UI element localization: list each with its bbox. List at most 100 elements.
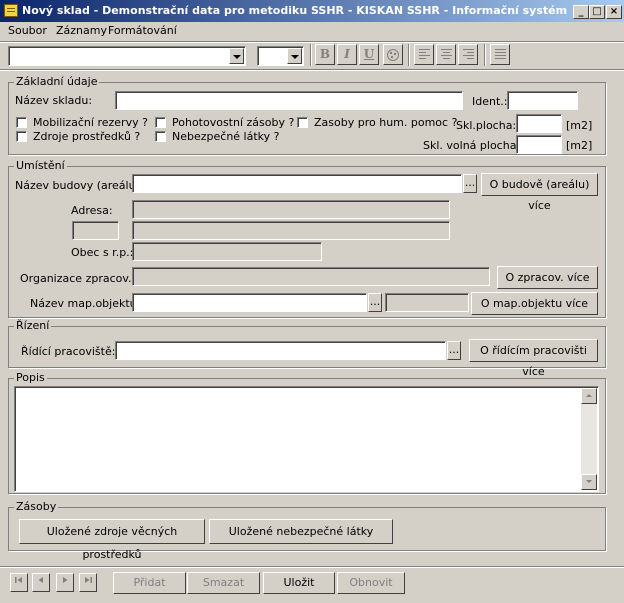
menu-file[interactable]: Soubor	[8, 24, 47, 37]
city-field	[132, 242, 322, 261]
footer-divider	[0, 566, 624, 568]
humanitarian-checkbox[interactable]	[297, 117, 308, 128]
location-legend: Umístění	[14, 159, 67, 172]
workplace-browse-button[interactable]: ...	[447, 341, 461, 360]
area-label: Skl.plocha:	[456, 119, 517, 132]
building-browse-button[interactable]: ...	[463, 174, 477, 193]
org-label: Organizace zpracov.:	[20, 272, 136, 285]
ident-input[interactable]	[507, 91, 578, 110]
building-more-button[interactable]: O budově (areálu) více	[481, 173, 598, 212]
align-center-button[interactable]	[436, 44, 456, 65]
close-button[interactable]: ×	[606, 5, 622, 19]
map-object-label: Název map.objektu:	[30, 297, 141, 310]
chevron-down-icon[interactable]	[287, 48, 302, 64]
mobil-reserve-checkbox[interactable]	[16, 117, 27, 128]
align-center-icon	[441, 49, 452, 61]
address-line2-field	[132, 221, 450, 240]
hazardous-label: Nebezpečné látky ?	[172, 130, 280, 143]
control-legend: Řízení	[14, 319, 52, 332]
basic-info-legend: Základní údaje	[14, 75, 100, 88]
sources-checkbox[interactable]	[16, 131, 27, 142]
last-icon	[85, 577, 92, 583]
building-input[interactable]	[132, 174, 462, 193]
menu-bar: Soubor Záznamy Formátování	[0, 22, 624, 40]
toolbar-separator	[484, 44, 486, 66]
sources-label: Zdroje prostředků ?	[33, 130, 141, 143]
free-area-input[interactable]	[516, 135, 562, 154]
toolbar-separator	[408, 44, 410, 66]
align-right-icon	[463, 49, 474, 61]
scroll-up-button[interactable]	[581, 388, 597, 404]
bullet-list-icon	[495, 49, 506, 61]
minimize-button[interactable]: _	[573, 5, 589, 19]
ident-label: Ident.:	[472, 95, 508, 108]
stock-legend: Zásoby	[14, 500, 59, 513]
toolbar-divider	[0, 41, 624, 43]
workplace-more-button[interactable]: O řídícím pracovišti více	[469, 339, 598, 378]
description-legend: Popis	[14, 371, 47, 384]
standby-reserve-label: Pohotovostní zásoby ?	[172, 116, 295, 129]
standby-reserve-checkbox[interactable]	[155, 117, 166, 128]
arrow-up-icon	[586, 394, 592, 397]
workplace-input[interactable]	[115, 341, 446, 360]
map-object-browse-button[interactable]: ...	[368, 293, 382, 312]
org-more-button[interactable]: O zpracov. více	[497, 266, 598, 289]
bullets-button[interactable]	[490, 44, 510, 65]
save-button[interactable]: Uložit	[263, 572, 335, 594]
menu-format[interactable]: Formátování	[108, 24, 177, 37]
free-area-label: Skl. volná plocha:	[423, 139, 521, 152]
prev-icon	[38, 577, 43, 583]
align-left-icon	[419, 49, 430, 61]
warehouse-name-input[interactable]	[115, 91, 463, 110]
next-record-button[interactable]	[56, 573, 74, 592]
window-title: Nový sklad - Demonstrační data pro metod…	[22, 4, 570, 17]
title-bar: Nový sklad - Demonstrační data pro metod…	[0, 0, 624, 22]
free-area-unit: [m2]	[566, 139, 593, 152]
scroll-down-button[interactable]	[581, 474, 597, 490]
align-right-button[interactable]	[458, 44, 478, 65]
org-field	[132, 267, 490, 286]
palette-icon	[387, 49, 399, 61]
last-record-button[interactable]	[79, 573, 97, 592]
address-label: Adresa:	[71, 204, 113, 217]
toolbar-separator	[310, 44, 312, 66]
font-name-select[interactable]	[8, 46, 246, 66]
app-icon	[4, 4, 18, 17]
toolbar-divider	[0, 69, 624, 71]
humanitarian-label: Zasoby pro hum. pomoc ?	[314, 116, 458, 129]
maximize-button[interactable]: □	[589, 5, 605, 19]
address-line1-field	[132, 200, 450, 219]
stored-hazardous-button[interactable]: Uložené nebezpečné látky	[209, 519, 393, 544]
description-scrollbar[interactable]	[581, 388, 597, 490]
arrow-down-icon	[586, 480, 592, 483]
city-label: Obec s r.p.:	[71, 246, 134, 259]
prev-record-button[interactable]	[32, 573, 50, 592]
first-record-button[interactable]	[10, 573, 28, 592]
next-icon	[63, 577, 68, 583]
align-left-button[interactable]	[414, 44, 434, 65]
add-button[interactable]: Přidat	[113, 572, 186, 594]
delete-button[interactable]: Smazat	[187, 572, 260, 594]
stored-sources-button[interactable]: Uložené zdroje věcných prostředků	[19, 519, 205, 561]
bold-button[interactable]: B	[315, 44, 335, 65]
building-label: Název budovy (areálu):	[15, 179, 144, 192]
map-object-code-field	[385, 293, 469, 312]
underline-button[interactable]: U	[359, 44, 379, 65]
menu-records[interactable]: Záznamy	[56, 24, 107, 37]
chevron-down-icon[interactable]	[229, 48, 244, 64]
area-input[interactable]	[516, 114, 562, 133]
zip-field	[72, 221, 119, 240]
first-icon	[15, 577, 22, 583]
hazardous-checkbox[interactable]	[155, 131, 166, 142]
mobil-reserve-label: Mobilizační rezervy ?	[33, 116, 148, 129]
refresh-button[interactable]: Obnovit	[337, 572, 405, 594]
text-color-button[interactable]	[383, 44, 403, 65]
map-object-more-button[interactable]: O map.objektu více	[471, 292, 598, 315]
description-textarea[interactable]	[14, 386, 599, 492]
area-unit: [m2]	[566, 119, 593, 132]
font-size-select[interactable]	[257, 46, 304, 66]
warehouse-name-label: Název skladu:	[15, 94, 93, 107]
map-object-input[interactable]	[132, 293, 367, 312]
workplace-label: Řídící pracoviště:	[21, 345, 116, 358]
italic-button[interactable]: I	[337, 44, 357, 65]
